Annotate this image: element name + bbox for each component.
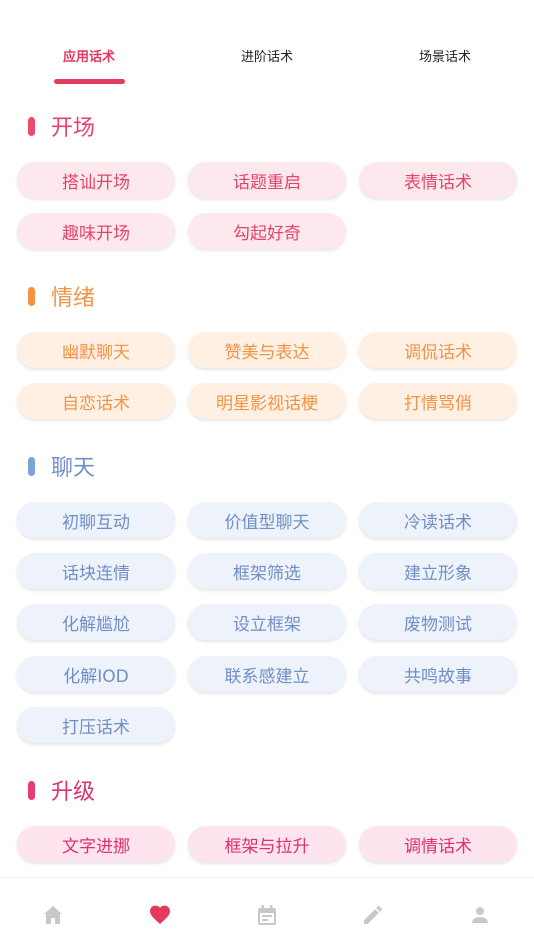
tab-label: 进阶话术	[240, 50, 293, 65]
nav-calendar[interactable]	[250, 898, 284, 932]
chip-button[interactable]: 话题重启	[188, 162, 346, 198]
chip-button[interactable]: 搭讪开场	[17, 162, 175, 198]
section-title: 情绪	[51, 286, 96, 311]
chip-button[interactable]: 赞美与表达	[188, 332, 346, 368]
chip-button[interactable]: 表情话术	[359, 162, 517, 198]
chip-button[interactable]: 价值型聊天	[188, 502, 346, 538]
chip-button[interactable]: 幽默聊天	[17, 332, 175, 368]
pencil-icon	[364, 906, 382, 924]
chip-button[interactable]: 框架筛选	[188, 553, 346, 589]
section-title: 开场	[51, 116, 96, 141]
home-icon	[44, 906, 62, 924]
section-header: 聊天	[28, 451, 95, 481]
nav-profile[interactable]	[463, 898, 497, 932]
section-title: 聊天	[51, 456, 96, 481]
chip-button[interactable]: 趣味开场	[17, 213, 175, 249]
chip-button[interactable]: 框架与拉升	[188, 826, 346, 862]
section-header: 情绪	[28, 281, 95, 311]
section-header: 开场	[28, 111, 95, 141]
section-title: 升级	[51, 780, 96, 805]
chip-button[interactable]: 化解尴尬	[17, 604, 175, 640]
top-tab-bar: 应用话术 进阶话术 场景话术	[0, 0, 534, 90]
active-tab-indicator	[54, 79, 125, 84]
section-header: 升级	[28, 775, 95, 805]
chip-button[interactable]: 调情话术	[359, 826, 517, 862]
section-marker	[28, 116, 35, 136]
chip-button[interactable]: 打压话术	[17, 707, 175, 743]
section-marker	[28, 286, 35, 306]
nav-home[interactable]	[36, 898, 70, 932]
chip-button[interactable]: 建立形象	[359, 553, 517, 589]
chip-button[interactable]: 废物测试	[359, 604, 517, 640]
section-marker	[28, 780, 35, 800]
section-marker	[28, 456, 35, 476]
nav-favorites[interactable]	[143, 898, 177, 932]
calendar-icon	[258, 905, 276, 925]
tab-label: 应用话术	[62, 50, 115, 65]
person-icon	[472, 907, 488, 923]
tab-advanced-scripts[interactable]: 进阶话术	[208, 46, 326, 86]
chip-button[interactable]: 勾起好奇	[188, 213, 346, 249]
nav-write[interactable]	[356, 898, 390, 932]
tab-scene-scripts[interactable]: 场景话术	[386, 46, 504, 86]
heart-icon	[150, 905, 170, 924]
chip-button[interactable]: 话块连情	[17, 553, 175, 589]
chip-button[interactable]: 共鸣故事	[359, 656, 517, 692]
chip-button[interactable]: 调侃话术	[359, 332, 517, 368]
chip-button[interactable]: 初聊互动	[17, 502, 175, 538]
chip-button[interactable]: 化解IOD	[17, 656, 175, 692]
chip-button[interactable]: 冷读话术	[359, 502, 517, 538]
bottom-nav-bar	[0, 877, 534, 949]
chip-button[interactable]: 明星影视话梗	[188, 383, 346, 419]
chip-button[interactable]: 设立框架	[188, 604, 346, 640]
chip-button[interactable]: 文字进挪	[17, 826, 175, 862]
chip-button[interactable]: 联系感建立	[188, 656, 346, 692]
chip-button[interactable]: 打情骂俏	[359, 383, 517, 419]
app-screen: 应用话术 进阶话术 场景话术 开场 搭讪开场 话题重启 表情话术 趣味开场 勾起…	[0, 0, 534, 949]
tab-label: 场景话术	[418, 50, 471, 65]
chip-button[interactable]: 自恋话术	[17, 383, 175, 419]
